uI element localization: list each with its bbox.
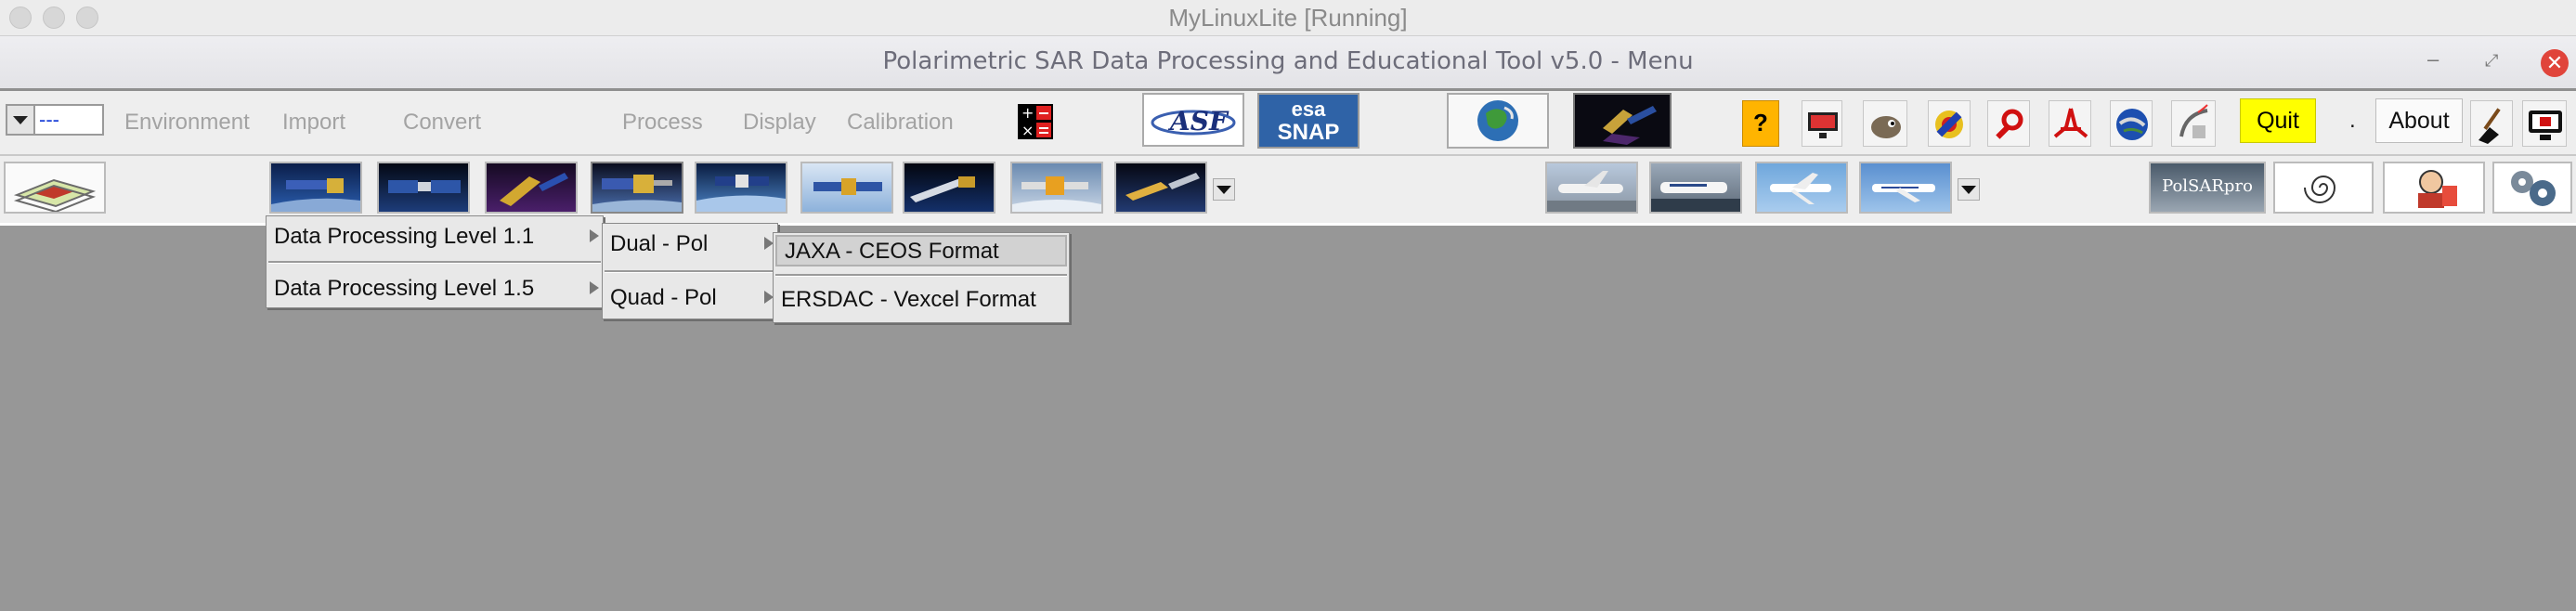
submenu-arrow-icon [590, 281, 599, 294]
exit-monitor-icon[interactable] [2522, 100, 2567, 147]
map-layer-icon[interactable] [4, 162, 106, 214]
menu-item-quad-pol[interactable]: Quad - Pol [603, 278, 777, 318]
menu-item-level-1-5[interactable]: Data Processing Level 1.5 [267, 268, 603, 309]
gears-logo-button[interactable] [2492, 162, 2572, 214]
satellite-sensor-1[interactable] [269, 162, 362, 214]
host-titlebar: MyLinuxLite [Running] [0, 0, 2576, 36]
close-icon[interactable]: ✕ [2541, 49, 2569, 77]
satellite-sensor-5[interactable] [695, 162, 787, 214]
processing-level-menu: Data Processing Level 1.1 Data Processin… [266, 215, 604, 308]
asf-logo-button[interactable]: ASF [1142, 93, 1244, 147]
esa-label: esa [1291, 98, 1326, 121]
submenu-arrow-icon [590, 229, 599, 242]
pdf-icon[interactable] [2049, 100, 2091, 147]
earth-globe-button[interactable] [1447, 93, 1549, 149]
menu-display[interactable]: Display [743, 110, 816, 136]
tools-icon[interactable] [1928, 100, 1971, 147]
gimp-icon[interactable] [1863, 100, 1907, 147]
mascot-logo-button[interactable] [2383, 162, 2485, 214]
mode-combobox[interactable]: --- [6, 104, 104, 136]
format-menu: JAXA - CEOS Format ERSDAC - Vexcel Forma… [773, 232, 1070, 323]
polsarpro-logo-button[interactable]: PolSARpro [2149, 162, 2266, 214]
broom-icon[interactable] [2470, 100, 2513, 147]
calculator-icon[interactable]: + × [1018, 104, 1053, 139]
mode-value: --- [39, 108, 59, 131]
minimize-icon[interactable]: – [2427, 47, 2439, 72]
airborne-dropdown-icon[interactable] [1958, 178, 1980, 201]
maximize-icon[interactable]: ⤢ [2485, 51, 2498, 71]
radar-dish-icon[interactable] [2171, 100, 2216, 147]
about-button[interactable]: About [2375, 98, 2463, 143]
menu-import[interactable]: Import [282, 110, 345, 136]
satellite-view-button[interactable] [1573, 93, 1672, 149]
snap-label: SNAP [1277, 120, 1340, 145]
app-titlebar: Polarimetric SAR Data Processing and Edu… [0, 36, 2576, 91]
satellite-sensor-6[interactable] [800, 162, 893, 214]
satellite-sensor-4-selected[interactable] [591, 162, 683, 214]
aircraft-sensor-3[interactable] [1755, 162, 1848, 214]
menu-environment[interactable]: Environment [124, 110, 250, 136]
satellite-sensor-2[interactable] [377, 162, 470, 214]
menu-process[interactable]: Process [622, 110, 703, 136]
spaceborne-dropdown-icon[interactable] [1213, 178, 1235, 201]
polarization-menu: Dual - Pol Quad - Pol [602, 223, 778, 319]
aircraft-sensor-4[interactable] [1859, 162, 1952, 214]
google-earth-icon[interactable] [2110, 100, 2153, 147]
dot-label: . [2349, 108, 2356, 133]
spiral-logo-button[interactable] [2273, 162, 2374, 214]
aircraft-sensor-2[interactable] [1649, 162, 1742, 214]
app-window-title: Polarimetric SAR Data Processing and Edu… [882, 47, 1694, 75]
menu-convert[interactable]: Convert [403, 110, 481, 136]
menu-item-ersdac-vexcel[interactable]: ERSDAC - Vexcel Format [774, 283, 1069, 324]
quit-button[interactable]: Quit [2240, 98, 2316, 143]
satellite-sensor-3[interactable] [485, 162, 578, 214]
satellite-sensor-8[interactable] [1010, 162, 1103, 214]
chevron-down-icon[interactable] [7, 106, 35, 134]
satellite-sensor-9[interactable] [1114, 162, 1207, 214]
menu-item-dual-pol[interactable]: Dual - Pol [603, 224, 777, 265]
polsarpro-label: PolSARpro [2162, 176, 2253, 196]
menu-item-level-1-1[interactable]: Data Processing Level 1.1 [267, 216, 603, 257]
asf-label: ASF [1167, 106, 1229, 136]
svg-text:+: + [1021, 104, 1034, 122]
host-window-title: MyLinuxLite [Running] [1168, 4, 1408, 32]
esa-snap-button[interactable]: esa SNAP [1257, 93, 1360, 149]
aircraft-sensor-1[interactable] [1545, 162, 1638, 214]
menu-calibration[interactable]: Calibration [847, 110, 954, 136]
monitor-icon[interactable] [1802, 100, 1842, 147]
svg-text:×: × [1021, 122, 1034, 139]
help-icon[interactable]: ? [1742, 100, 1779, 147]
menu-item-jaxa-ceos[interactable]: JAXA - CEOS Format [775, 235, 1067, 266]
satellite-sensor-7[interactable] [903, 162, 995, 214]
search-icon[interactable] [1987, 100, 2030, 147]
